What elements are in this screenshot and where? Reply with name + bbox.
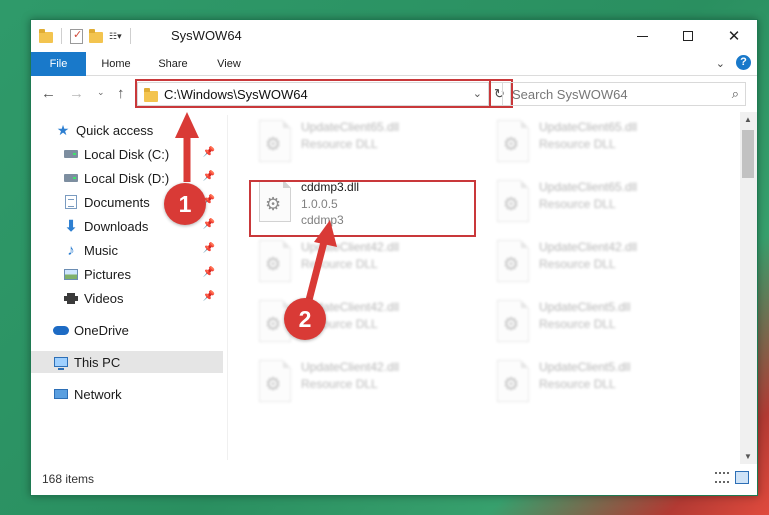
annotation-arrows <box>175 112 337 305</box>
step-2-callout: 2 <box>284 298 326 340</box>
arrow-2 <box>304 220 337 305</box>
arrow-1 <box>175 112 199 182</box>
step-1-callout: 1 <box>164 183 206 225</box>
